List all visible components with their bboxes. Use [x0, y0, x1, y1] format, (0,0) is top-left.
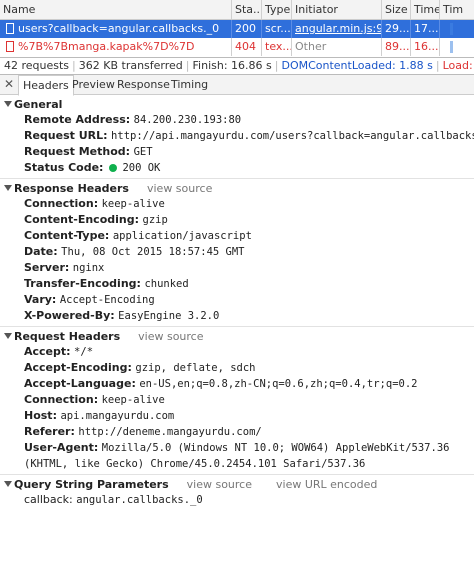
header-row: Date: Thu, 08 Oct 2015 18:57:45 GMT [24, 245, 245, 258]
collapse-triangle-icon[interactable] [4, 101, 12, 107]
header-row: Accept-Encoding: gzip, deflate, sdch [24, 361, 256, 374]
header-row: Request URL: http://api.mangayurdu.com/u… [24, 129, 474, 142]
header-row: Accept-Language: en-US,en;q=0.8,zh-CN;q=… [24, 377, 418, 390]
header-row: User-Agent: Mozilla/5.0 (Windows NT 10.0… [24, 441, 450, 470]
section-query-string[interactable]: Query String Parameters view source view U… [0, 477, 474, 492]
row-timeline-cell [440, 20, 474, 38]
view-source-link[interactable]: view source [147, 182, 212, 195]
column-type[interactable]: Type [262, 0, 292, 19]
row-size-cell: 29... [382, 20, 411, 38]
detail-tabbar: ✕ Headers Preview Response Timing [0, 75, 474, 96]
column-size[interactable]: Size [382, 0, 411, 19]
header-row: Vary: Accept-Encoding [24, 293, 155, 306]
header-row: Status Code: 200 OK [24, 161, 161, 174]
collapse-triangle-icon[interactable] [4, 481, 12, 487]
domcontentloaded-time: DOMContentLoaded: 1.88 s [281, 59, 433, 72]
collapse-triangle-icon[interactable] [4, 185, 12, 191]
transferred-size: 362 KB transferred [78, 59, 183, 72]
header-row: Referer: http://deneme.mangayurdu.com/ [24, 425, 262, 438]
header-row: Server: nginx [24, 261, 105, 274]
close-icon[interactable]: ✕ [4, 77, 14, 91]
view-source-link[interactable]: view source [187, 478, 252, 491]
header-row: Request Method: GET [24, 145, 153, 158]
column-name[interactable]: Name [0, 0, 232, 19]
header-row: Connection: keep-alive [24, 197, 165, 210]
row-type-cell: scr... [262, 20, 292, 38]
row-time-cell: 16... [411, 38, 440, 56]
headers-panel: General Remote Address: 84.200.230.193:8… [0, 95, 474, 508]
row-name-cell[interactable]: %7B%7Bmanga.kapak%7D%7D [0, 38, 232, 56]
header-row: Connection: keep-alive [24, 393, 165, 406]
timeline-bar [450, 23, 453, 35]
collapse-triangle-icon[interactable] [4, 333, 12, 339]
network-request-table: Name Sta... Type Initiator Size Time Tim… [0, 0, 474, 58]
section-request-headers[interactable]: Request Headers view source [0, 329, 474, 344]
header-row: Accept: */* [24, 345, 94, 358]
row-initiator-cell[interactable]: angular.min.js:90 [292, 20, 382, 38]
initiator-link[interactable]: angular.min.js:90 [295, 22, 381, 35]
table-header: Name Sta... Type Initiator Size Time Tim [0, 0, 474, 20]
finish-time: Finish: 16.86 s [192, 59, 272, 72]
tab-preview[interactable]: Preview [68, 75, 119, 95]
row-size-cell: 89... [382, 38, 411, 56]
row-name-cell[interactable]: users?callback=angular.callbacks._0 [0, 20, 232, 38]
header-row: Remote Address: 84.200.230.193:80 [24, 113, 242, 126]
table-row[interactable]: %7B%7Bmanga.kapak%7D%7D 404 tex... Other… [0, 38, 474, 56]
tab-response[interactable]: Response [113, 75, 174, 95]
header-row: Host: api.mangayurdu.com [24, 409, 175, 422]
section-response-headers[interactable]: Response Headers view source [0, 181, 474, 196]
column-time[interactable]: Time [411, 0, 440, 19]
column-status[interactable]: Sta... [232, 0, 262, 19]
column-initiator[interactable]: Initiator [292, 0, 382, 19]
image-file-icon [6, 41, 14, 52]
tab-headers[interactable]: Headers [18, 75, 74, 96]
load-time: Load: 1.90 s [442, 59, 474, 72]
view-source-link[interactable]: view source [138, 330, 203, 343]
view-url-encoded-link[interactable]: view URL encoded [276, 478, 377, 491]
timeline-bar [450, 41, 453, 53]
header-row: callback: angular.callbacks._0 [24, 493, 203, 506]
summary-bar: 42 requests | 362 KB transferred | Finish: 1… [0, 58, 474, 75]
tab-timing[interactable]: Timing [167, 75, 212, 95]
row-status-cell: 200 [232, 20, 262, 38]
row-type-cell: tex... [262, 38, 292, 56]
header-row: Content-Encoding: gzip [24, 213, 168, 226]
table-row-selected[interactable]: users?callback=angular.callbacks._0 200 … [0, 20, 474, 38]
header-row: Content-Type: application/javascript [24, 229, 252, 242]
script-file-icon [6, 23, 14, 34]
row-status-cell: 404 [232, 38, 262, 56]
status-ok-dot-icon [108, 164, 117, 172]
row-initiator-cell: Other [292, 38, 382, 56]
header-row: Transfer-Encoding: chunked [24, 277, 189, 290]
row-time-cell: 17... [411, 20, 440, 38]
row-timeline-cell [440, 38, 474, 56]
section-general[interactable]: General [0, 97, 474, 112]
column-timeline[interactable]: Tim [440, 0, 474, 19]
request-count: 42 requests [4, 59, 70, 72]
header-row: X-Powered-By: EasyEngine 3.2.0 [24, 309, 220, 322]
